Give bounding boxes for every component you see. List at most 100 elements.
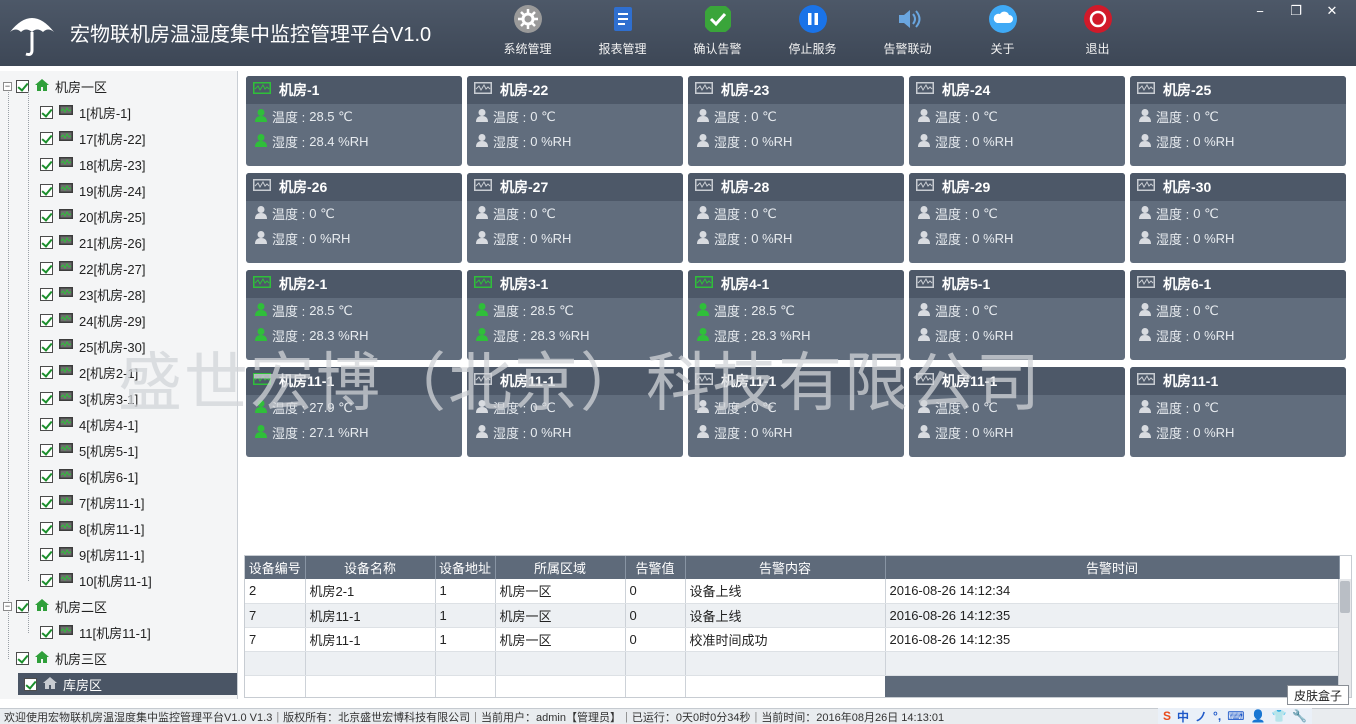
minimize-button[interactable]: − <box>1242 0 1278 22</box>
room-card[interactable]: 机房2-1 温度 : 28.5 ℃ 湿度 : 28.3 %RH <box>246 270 462 360</box>
device-checkbox[interactable] <box>40 261 53 275</box>
column-header[interactable]: 设备地址 <box>435 556 496 579</box>
ime-toolbar[interactable]: S 中ノ °, ⌨ 👤 👕 🔧 <box>1158 708 1313 724</box>
tree-area-3[interactable]: 库房区 <box>18 673 237 695</box>
device-checkbox[interactable] <box>40 625 53 639</box>
column-header[interactable]: 设备编号 <box>245 556 306 579</box>
tree-device-item[interactable]: 10[机房11-1] <box>40 569 152 591</box>
room-card[interactable]: 机房11-1 温度 : 0 ℃ 湿度 : 0 %RH <box>909 367 1125 457</box>
column-header[interactable]: 告警内容 <box>685 556 886 579</box>
column-header[interactable]: 告警时间 <box>885 556 1340 579</box>
device-checkbox[interactable] <box>40 573 53 587</box>
device-checkbox[interactable] <box>40 443 53 457</box>
device-checkbox[interactable] <box>40 235 53 249</box>
room-card[interactable]: 机房-27 温度 : 0 ℃ 湿度 : 0 %RH <box>467 173 683 263</box>
tree-device-item[interactable]: 11[机房11-1] <box>40 621 151 643</box>
tree-area-0[interactable]: − 机房一区 <box>3 75 107 97</box>
restore-button[interactable]: ❐ <box>1278 0 1314 22</box>
tree-device-item[interactable]: 2[机房2-1] <box>40 361 138 383</box>
tree-device-item[interactable]: 9[机房11-1] <box>40 543 145 565</box>
table-row[interactable]: 2 机房2-1 1 机房一区 0 设备上线 2016-08-26 14:12:34 <box>245 579 1340 604</box>
room-card[interactable]: 机房-26 温度 : 0 ℃ 湿度 : 0 %RH <box>246 173 462 263</box>
tree-device-item[interactable]: 19[机房-24] <box>40 179 145 201</box>
tree-device-item[interactable]: 6[机房6-1] <box>40 465 138 487</box>
room-card[interactable]: 机房-29 温度 : 0 ℃ 湿度 : 0 %RH <box>909 173 1125 263</box>
tree-device-item[interactable]: 3[机房3-1] <box>40 387 138 409</box>
device-checkbox[interactable] <box>40 495 53 509</box>
device-checkbox[interactable] <box>40 417 53 431</box>
column-header[interactable]: 设备名称 <box>305 556 436 579</box>
device-checkbox[interactable] <box>40 547 53 561</box>
tree-device-item[interactable]: 7[机房11-1] <box>40 491 145 513</box>
toolbar-button-3[interactable]: 停止服务 <box>765 0 860 66</box>
device-checkbox[interactable] <box>40 209 53 223</box>
device-checkbox[interactable] <box>40 105 53 119</box>
device-checkbox[interactable] <box>40 313 53 327</box>
room-card[interactable]: 机房11-1 温度 : 0 ℃ 湿度 : 0 %RH <box>688 367 904 457</box>
tree-device-item[interactable]: 20[机房-25] <box>40 205 145 227</box>
room-card[interactable]: 机房5-1 温度 : 0 ℃ 湿度 : 0 %RH <box>909 270 1125 360</box>
ime-glyph-icon[interactable]: 中 <box>1177 708 1189 724</box>
toolbar-button-5[interactable]: 关于 <box>955 0 1050 66</box>
room-card[interactable]: 机房4-1 温度 : 28.5 ℃ 湿度 : 28.3 %RH <box>688 270 904 360</box>
device-checkbox[interactable] <box>40 183 53 197</box>
device-checkbox[interactable] <box>40 365 53 379</box>
area-checkbox[interactable] <box>16 651 29 665</box>
tree-device-item[interactable]: 18[机房-23] <box>40 153 145 175</box>
room-card[interactable]: 机房11-1 温度 : 0 ℃ 湿度 : 0 %RH <box>467 367 683 457</box>
tree-area-2[interactable]: 机房三区 <box>3 647 107 669</box>
tree-device-item[interactable]: 21[机房-26] <box>40 231 145 253</box>
skin-box-button[interactable]: 皮肤盒子 <box>1287 685 1349 705</box>
ime-glyph-icon[interactable]: ⌨ <box>1227 709 1244 723</box>
area-checkbox[interactable] <box>24 677 37 691</box>
room-card[interactable]: 机房-22 温度 : 0 ℃ 湿度 : 0 %RH <box>467 76 683 166</box>
column-header[interactable]: 所属区域 <box>495 556 626 579</box>
tree-device-item[interactable]: 8[机房11-1] <box>40 517 145 539</box>
room-card[interactable]: 机房-24 温度 : 0 ℃ 湿度 : 0 %RH <box>909 76 1125 166</box>
tree-device-item[interactable]: 1[机房-1] <box>40 101 131 123</box>
toolbar-button-1[interactable]: 报表管理 <box>575 0 670 66</box>
ime-glyph-icon[interactable]: ノ <box>1195 708 1207 724</box>
tree-device-item[interactable]: 24[机房-29] <box>40 309 145 331</box>
tree-device-item[interactable]: 5[机房5-1] <box>40 439 138 461</box>
ime-glyph-icon[interactable]: 👕 <box>1271 709 1286 723</box>
device-checkbox[interactable] <box>40 339 53 353</box>
alarm-table-scrollbar[interactable] <box>1338 579 1351 697</box>
ime-glyph-icon[interactable]: S <box>1163 709 1171 723</box>
room-card[interactable]: 机房11-1 温度 : 27.9 ℃ 湿度 : 27.1 %RH <box>246 367 462 457</box>
room-card[interactable]: 机房-1 温度 : 28.5 ℃ 湿度 : 28.4 %RH <box>246 76 462 166</box>
tree-device-item[interactable]: 22[机房-27] <box>40 257 145 279</box>
tree-device-item[interactable]: 17[机房-22] <box>40 127 145 149</box>
table-row[interactable] <box>245 651 1340 676</box>
toolbar-button-6[interactable]: 退出 <box>1050 0 1145 66</box>
toolbar-button-4[interactable]: 告警联动 <box>860 0 955 66</box>
room-card[interactable]: 机房-28 温度 : 0 ℃ 湿度 : 0 %RH <box>688 173 904 263</box>
device-checkbox[interactable] <box>40 131 53 145</box>
toolbar-button-2[interactable]: 确认告警 <box>670 0 765 66</box>
device-checkbox[interactable] <box>40 391 53 405</box>
ime-glyph-icon[interactable]: °, <box>1213 709 1221 723</box>
room-card[interactable]: 机房-25 温度 : 0 ℃ 湿度 : 0 %RH <box>1130 76 1346 166</box>
tree-device-item[interactable]: 25[机房-30] <box>40 335 145 357</box>
tree-expander-icon[interactable]: − <box>3 601 12 611</box>
tree-device-item[interactable]: 4[机房4-1] <box>40 413 138 435</box>
room-card[interactable]: 机房11-1 温度 : 0 ℃ 湿度 : 0 %RH <box>1130 367 1346 457</box>
tree-device-item[interactable]: 23[机房-28] <box>40 283 145 305</box>
ime-glyph-icon[interactable]: 🔧 <box>1292 709 1307 723</box>
ime-glyph-icon[interactable]: 👤 <box>1251 709 1266 723</box>
device-checkbox[interactable] <box>40 157 53 171</box>
toolbar-button-0[interactable]: 系统管理 <box>480 0 575 66</box>
room-card[interactable]: 机房3-1 温度 : 28.5 ℃ 湿度 : 28.3 %RH <box>467 270 683 360</box>
table-row[interactable]: 7 机房11-1 1 机房一区 0 设备上线 2016-08-26 14:12:35 <box>245 603 1340 628</box>
tree-expander-icon[interactable]: − <box>3 81 12 91</box>
device-checkbox[interactable] <box>40 521 53 535</box>
table-row[interactable]: 7 机房11-1 1 机房一区 0 校准时间成功 2016-08-26 14:12:35 <box>245 627 1340 652</box>
close-button[interactable]: ✕ <box>1314 0 1350 22</box>
room-card[interactable]: 机房-30 温度 : 0 ℃ 湿度 : 0 %RH <box>1130 173 1346 263</box>
scrollbar-thumb[interactable] <box>1340 581 1350 613</box>
column-header[interactable]: 告警值 <box>625 556 686 579</box>
device-checkbox[interactable] <box>40 469 53 483</box>
room-card[interactable]: 机房6-1 温度 : 0 ℃ 湿度 : 0 %RH <box>1130 270 1346 360</box>
tree-area-1[interactable]: − 机房二区 <box>3 595 107 617</box>
device-checkbox[interactable] <box>40 287 53 301</box>
